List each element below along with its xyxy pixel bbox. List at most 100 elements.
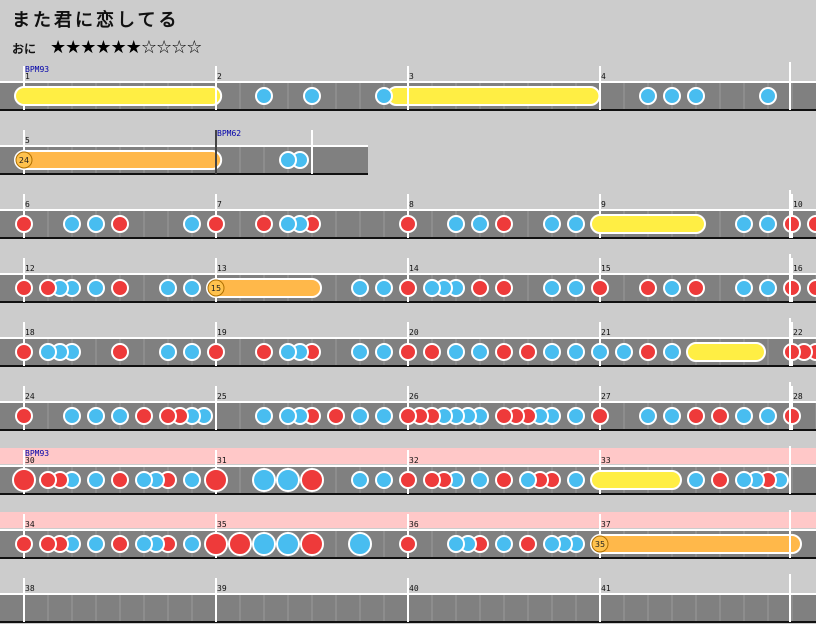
chart-row: 181920212223 [0,318,816,367]
ka-note [183,471,201,489]
ka-note [471,215,489,233]
ka-note [735,279,753,297]
balloon-count: 35 [595,540,605,549]
measure-number: 7 [217,200,222,209]
ka-note [543,535,561,553]
don-note [207,343,225,361]
ka-note [543,279,561,297]
ka-note [567,279,585,297]
don-note [495,471,513,489]
measure-number: 40 [409,584,419,593]
chart-row: 30BPM9331 32 33 [0,446,816,495]
don-note [711,471,729,489]
ka-note [87,407,105,425]
measure-number: 22 [793,328,803,337]
ka-note [495,535,513,553]
measure-number: 9 [601,200,606,209]
don-note [783,215,801,233]
don-note [687,407,705,425]
don-big-note [204,532,228,556]
don-big-note [204,468,228,492]
ka-note [351,471,369,489]
don-note [807,215,816,233]
don-note [399,279,417,297]
ka-note [567,407,585,425]
bpm-marker: BPM62 [217,129,241,138]
measure-number: 38 [25,584,35,593]
don-note [639,279,657,297]
don-note [15,535,33,553]
ka-note [687,87,705,105]
don-note [783,407,801,425]
don-note [423,343,441,361]
don-note [495,407,513,425]
ka-note [759,279,777,297]
measure-number: 18 [25,328,35,337]
don-note [135,407,153,425]
don-note [39,471,57,489]
measure-number: 10 [793,200,803,209]
ka-note [63,215,81,233]
don-note [591,407,609,425]
ka-note [279,215,297,233]
ka-note [687,471,705,489]
measure-number: 27 [601,392,611,401]
measure-number: 12 [25,264,35,273]
ka-note [519,471,537,489]
ka-note [351,279,369,297]
don-note [495,279,513,297]
don-note [423,471,441,489]
ka-note [375,471,393,489]
ka-note [135,535,153,553]
ka-note [279,343,297,361]
notechart: 1BPM93234524BPM6267891011121315141516171… [0,62,816,623]
don-note [111,279,129,297]
measure-number: 31 [217,456,227,465]
measure-number: 4 [601,72,606,81]
measure-number: 32 [409,456,419,465]
ka-note [375,343,393,361]
ka-note [111,407,129,425]
measure-number: 41 [601,584,611,593]
don-note [111,535,129,553]
drumroll-note [590,470,682,490]
ka-note [375,407,393,425]
measure-number: 19 [217,328,227,337]
don-note [15,407,33,425]
ka-note [663,407,681,425]
don-note [783,343,801,361]
ka-note [423,279,441,297]
ka-note [543,343,561,361]
don-note [159,407,177,425]
don-big-note [228,532,252,556]
don-note [39,279,57,297]
chart-row: 38 39 40 41 [0,574,816,623]
bpm-marker: BPM93 [25,65,49,74]
measure-number: 25 [217,392,227,401]
don-note [111,215,129,233]
don-note [783,279,801,297]
don-note [519,343,537,361]
don-note [255,215,273,233]
ka-big-note [252,532,276,556]
ka-note [255,407,273,425]
ka-note [87,215,105,233]
don-note [399,343,417,361]
ka-note [447,535,465,553]
don-note [519,535,537,553]
ka-note [183,215,201,233]
ka-note [183,279,201,297]
ka-note [615,343,633,361]
ka-note [135,471,153,489]
measure-number: 34 [25,520,35,529]
don-note [639,343,657,361]
measure-number: 26 [409,392,419,401]
balloon-count: 15 [211,284,221,293]
ka-note [543,215,561,233]
ka-note [183,343,201,361]
measure-number: 21 [601,328,611,337]
ka-big-note [276,532,300,556]
bpm-marker: BPM93 [25,449,49,458]
drumroll-note [14,86,223,106]
ka-note [759,215,777,233]
